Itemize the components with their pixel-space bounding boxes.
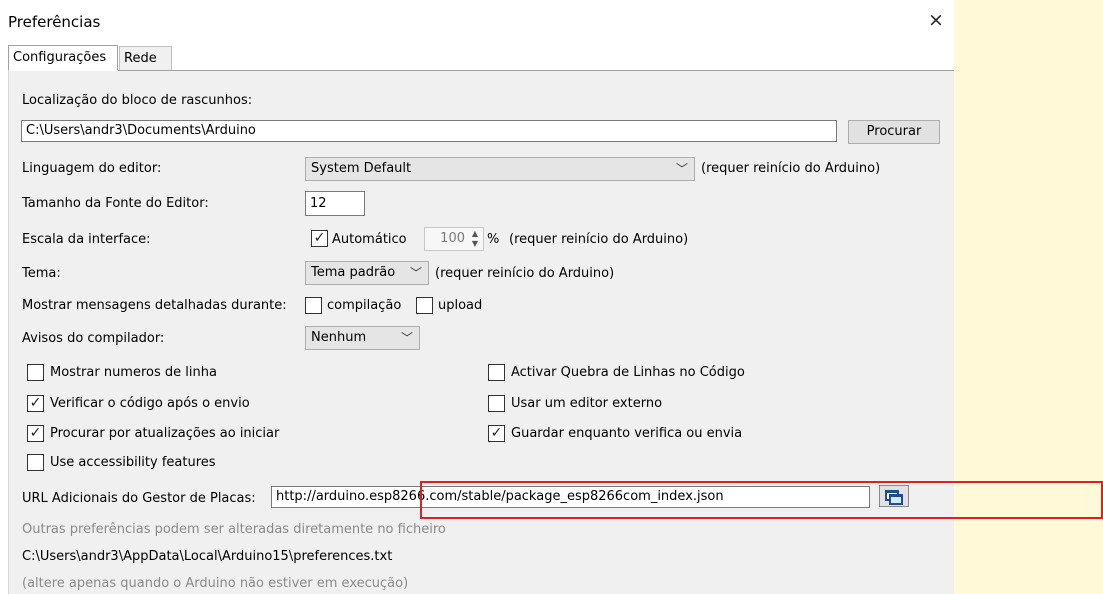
sketchbook-label: Localização do bloco de rascunhos: [22, 93, 253, 108]
scale-auto-checkbox[interactable]: ✓ [311, 230, 328, 247]
accessibility-checkbox[interactable] [27, 454, 44, 471]
scale-value: 100 [440, 231, 465, 246]
theme-label: Tema: [22, 266, 61, 281]
close-icon[interactable]: × [928, 11, 944, 30]
verify-after-upload-label: Verificar o código após o envio [50, 396, 250, 411]
save-on-verify-checkbox[interactable]: ✓ [488, 425, 505, 442]
tab-configuracoes[interactable]: Configurações [8, 45, 118, 71]
prefs-file-path[interactable]: C:\Users\andr3\AppData\Local\Arduino15\p… [22, 549, 392, 564]
code-folding-checkbox[interactable] [488, 364, 505, 381]
scale-label: Escala da interface: [22, 232, 151, 247]
window-title: Preferências [8, 13, 101, 31]
boards-url-label: URL Adicionais do Gestor de Placas: [22, 491, 256, 506]
title-bar[interactable]: Preferências × [0, 0, 954, 42]
editor-language-select[interactable]: System Default ﹀ [305, 157, 695, 181]
check-updates-checkbox[interactable]: ✓ [27, 425, 44, 442]
warnings-value: Nenhum [311, 330, 367, 345]
scale-note: (requer reinício do Arduino) [509, 232, 689, 247]
editor-language-label: Linguagem do editor: [22, 161, 162, 176]
scale-unit: % [487, 232, 500, 247]
editor-language-value: System Default [311, 161, 412, 176]
verbose-compile-label: compilação [327, 298, 402, 313]
spinner-arrows-icon[interactable]: ▲ ▼ [469, 229, 481, 249]
check-updates-label: Procurar por atualizações ao iniciar [50, 426, 280, 441]
browse-button[interactable]: Procurar [848, 120, 940, 144]
sketchbook-path-input[interactable]: C:\Users\andr3\Documents\Arduino [21, 120, 837, 142]
verbose-compile-checkbox[interactable] [305, 297, 322, 314]
verbose-upload-label: upload [438, 298, 483, 313]
external-editor-label: Usar um editor externo [511, 396, 663, 411]
accessibility-label: Use accessibility features [50, 455, 216, 470]
warnings-label: Avisos do compilador: [22, 331, 165, 346]
line-numbers-label: Mostrar numeros de linha [50, 365, 217, 380]
theme-value: Tema padrão [311, 265, 396, 280]
scale-auto-label: Automático [332, 232, 407, 247]
edit-warning-note: (altere apenas quando o Arduino não esti… [22, 576, 409, 591]
scale-spinner[interactable]: 100 ▲ ▼ [424, 227, 484, 251]
chevron-down-icon: ﹀ [400, 331, 413, 345]
verbose-label: Mostrar mensagens detalhadas durante: [22, 298, 287, 313]
theme-select[interactable]: Tema padrão ﹀ [305, 261, 429, 285]
font-size-input[interactable]: 12 [305, 191, 365, 216]
chevron-down-icon: ﹀ [675, 162, 688, 176]
tab-rede[interactable]: Rede [119, 46, 172, 70]
theme-note: (requer reinício do Arduino) [435, 266, 615, 281]
code-folding-label: Activar Quebra de Linhas no Código [511, 365, 745, 380]
more-prefs-note: Outras preferências podem ser alteradas … [22, 522, 446, 537]
save-on-verify-label: Guardar enquanto verifica ou envia [511, 426, 743, 441]
warnings-select[interactable]: Nenhum ﹀ [305, 326, 420, 350]
verbose-upload-checkbox[interactable] [416, 297, 433, 314]
verify-after-upload-checkbox[interactable]: ✓ [27, 395, 44, 412]
highlight-box [420, 481, 1103, 519]
external-editor-checkbox[interactable] [488, 395, 505, 412]
font-size-label: Tamanho da Fonte do Editor: [22, 196, 209, 211]
editor-language-note: (requer reinício do Arduino) [701, 161, 881, 176]
line-numbers-checkbox[interactable] [27, 364, 44, 381]
chevron-down-icon: ﹀ [409, 266, 422, 280]
